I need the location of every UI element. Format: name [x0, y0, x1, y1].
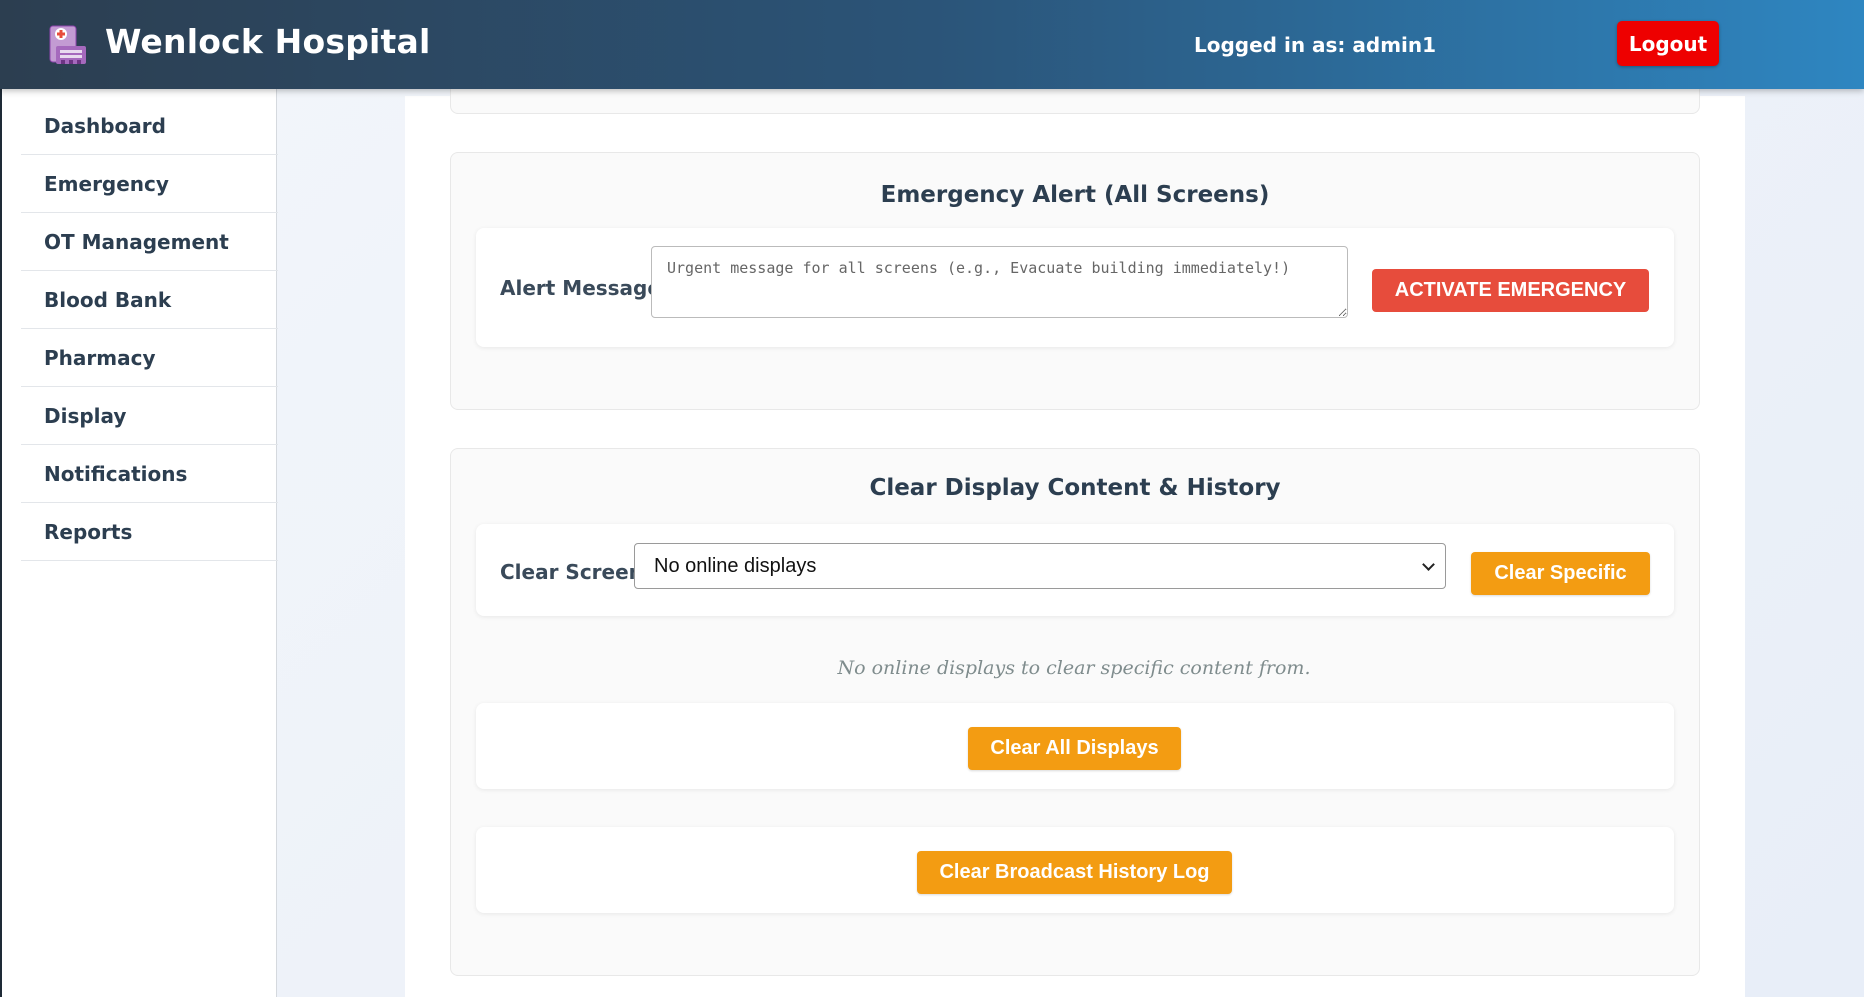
alert-message-textarea[interactable]	[651, 246, 1348, 318]
logged-in-user: Logged in as: admin1	[1194, 33, 1437, 57]
top-navbar: Wenlock Hospital Logged in as: admin1 Lo…	[0, 0, 1864, 89]
clear-broadcast-history-button[interactable]: Clear Broadcast History Log	[917, 851, 1232, 894]
alert-message-label: Alert Message:	[500, 276, 669, 300]
clear-screen-label: Clear Screen:	[500, 560, 651, 584]
emergency-alert-title: Emergency Alert (All Screens)	[880, 182, 1270, 208]
hospital-title: Wenlock Hospital	[105, 22, 431, 61]
no-displays-note: No online displays to clear specific con…	[837, 657, 1311, 679]
sidebar-item-ot-management[interactable]: OT Management	[21, 213, 278, 271]
sidebar-item-emergency[interactable]: Emergency	[21, 155, 278, 213]
clear-display-title: Clear Display Content & History	[869, 475, 1281, 501]
logout-button[interactable]: Logout	[1617, 21, 1719, 66]
hospital-building-icon	[49, 25, 86, 64]
sidebar-item-pharmacy[interactable]: Pharmacy	[21, 329, 278, 387]
sidebar: Dashboard Emergency OT Management Blood …	[0, 89, 278, 997]
sidebar-item-display[interactable]: Display	[21, 387, 278, 445]
clear-all-displays-button[interactable]: Clear All Displays	[968, 727, 1181, 770]
clear-screen-selected: No online displays	[654, 555, 817, 577]
chevron-down-icon	[1422, 558, 1435, 571]
sidebar-item-notifications[interactable]: Notifications	[21, 445, 278, 503]
activate-emergency-button[interactable]: ACTIVATE EMERGENCY	[1372, 269, 1649, 312]
clear-specific-button[interactable]: Clear Specific	[1471, 552, 1650, 595]
sidebar-item-blood-bank[interactable]: Blood Bank	[21, 271, 278, 329]
sidebar-item-dashboard[interactable]: Dashboard	[21, 97, 278, 155]
clear-screen-select[interactable]: No online displays	[634, 543, 1446, 589]
sidebar-item-reports[interactable]: Reports	[21, 503, 278, 561]
